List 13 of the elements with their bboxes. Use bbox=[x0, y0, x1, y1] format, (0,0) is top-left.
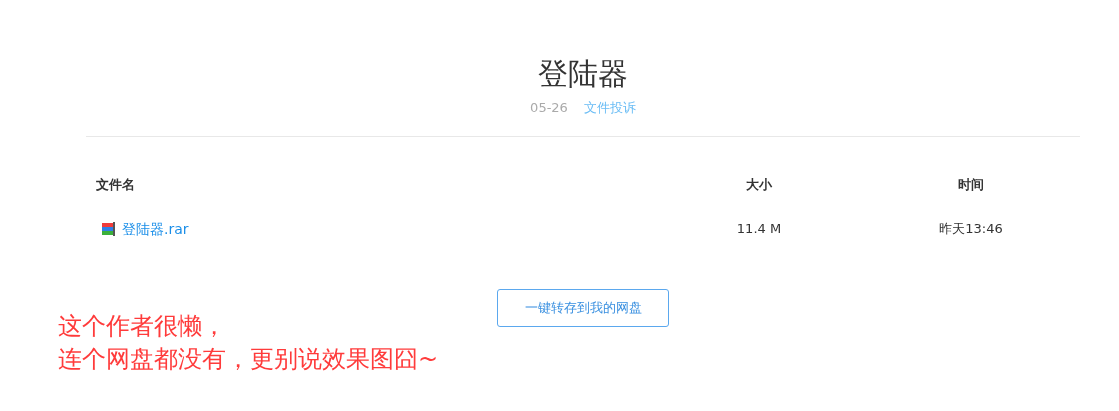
column-header: 大小 bbox=[745, 176, 773, 194]
annotation-text: 这个作者很懒， bbox=[58, 311, 227, 342]
upload-date: 05-26 bbox=[530, 99, 568, 117]
file-time: 昨天13:46 bbox=[939, 220, 1003, 238]
column-header: 文件名 bbox=[95, 176, 136, 194]
archive-icon bbox=[102, 222, 116, 236]
save-to-drive-button[interactable]: 一键转存到我的网盘 bbox=[497, 289, 669, 327]
file-link[interactable]: 登陆器.rar bbox=[122, 219, 189, 239]
page-title: 登陆器 bbox=[538, 55, 628, 93]
annotation-text: 连个网盘都没有，更别说效果图囧~ bbox=[58, 344, 439, 375]
file-size: 11.4 M bbox=[736, 220, 782, 238]
report-link[interactable]: 文件投诉 bbox=[583, 99, 636, 117]
column-header: 时间 bbox=[957, 176, 985, 194]
